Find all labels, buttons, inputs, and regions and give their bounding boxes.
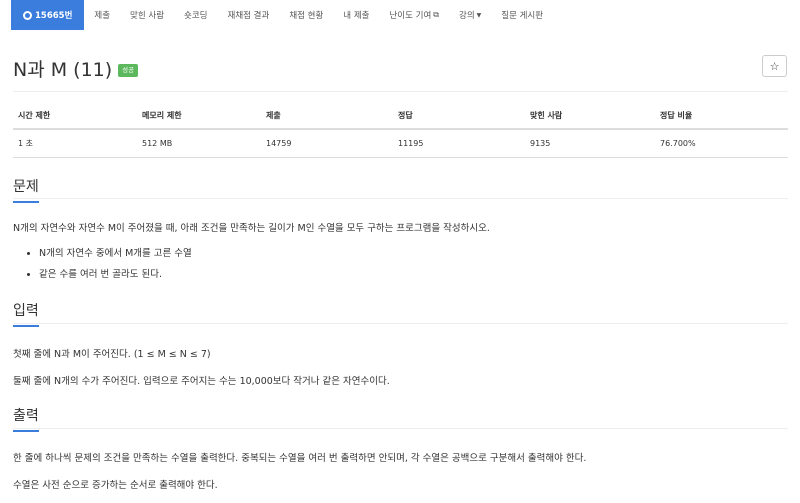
problem-conditions-list: N개의 자연수 중에서 M개를 고른 수열 같은 수를 여러 번 골라도 된다. <box>25 247 192 289</box>
nav-short-coding-label: 숏코딩 <box>184 11 208 21</box>
value-accept-rate: 76.700% <box>655 129 788 158</box>
nav-my-submissions-label: 내 제출 <box>343 11 370 21</box>
nav-judge-status[interactable]: 채점 현황 <box>279 0 333 30</box>
header-memory-limit: 메모리 제한 <box>137 105 261 130</box>
star-icon: ☆ <box>769 59 780 73</box>
nav-solved-users[interactable]: 맞힌 사람 <box>120 0 174 30</box>
nav-qna-board-label: 질문 게시판 <box>501 11 544 21</box>
list-item: N개의 자연수 중에서 M개를 고른 수열 <box>39 247 192 268</box>
nav-problem-id[interactable]: 15665번 <box>11 0 85 30</box>
output-section-divider <box>13 428 788 429</box>
nav-qna-board[interactable]: 질문 게시판 <box>491 0 553 30</box>
value-memory-limit: 512 MB <box>137 129 261 158</box>
value-submissions: 14759 <box>261 129 393 158</box>
header-accept-rate: 정답 비율 <box>655 105 788 130</box>
nav-my-submissions[interactable]: 내 제출 <box>333 0 379 30</box>
input-line-2: 둘째 줄에 N개의 수가 주어진다. 입력으로 주어지는 수는 10,000보다… <box>13 376 390 387</box>
nav-lectures-label: 강의 <box>459 11 475 21</box>
header-accepted: 정답 <box>393 105 525 130</box>
external-link-icon: ⧉ <box>433 10 439 19</box>
page-title: N과 M (11) <box>13 59 113 81</box>
nav-short-coding[interactable]: 숏코딩 <box>174 0 217 30</box>
nav-rejudge-results[interactable]: 재채점 결과 <box>218 0 280 30</box>
nav-submit[interactable]: 제출 <box>84 0 120 30</box>
header-submissions: 제출 <box>261 105 393 130</box>
nav-problem-id-label: 15665번 <box>35 11 73 21</box>
output-line-1: 한 줄에 하나씩 문제의 조건을 만족하는 수열을 출력한다. 중복되는 수열을… <box>13 453 587 464</box>
nav-difficulty-contribution[interactable]: 난이도 기여 ⧉ <box>379 0 449 30</box>
list-item: 같은 수를 여러 번 골라도 된다. <box>39 268 192 289</box>
nav-difficulty-contribution-label: 난이도 기여 <box>389 11 432 21</box>
nav-submit-label: 제출 <box>94 11 111 21</box>
value-accepted: 11195 <box>393 129 525 158</box>
favorite-star-button[interactable]: ☆ <box>762 55 787 77</box>
table-header-row: 시간 제한 메모리 제한 제출 정답 맞힌 사람 정답 비율 <box>13 105 788 130</box>
output-line-2: 수열은 사전 순으로 증가하는 순서로 출력해야 한다. <box>13 480 218 491</box>
value-time-limit: 1 초 <box>13 129 137 158</box>
nav-solved-users-label: 맞힌 사람 <box>130 11 165 21</box>
table-row: 1 초 512 MB 14759 11195 9135 76.700% <box>13 129 788 158</box>
nav-rejudge-results-label: 재채점 결과 <box>227 11 270 21</box>
problem-description: N개의 자연수와 자연수 M이 주어졌을 때, 아래 조건을 만족하는 길이가 … <box>13 223 490 234</box>
problem-section-divider <box>13 198 788 199</box>
input-section-divider <box>13 323 788 324</box>
problem-badge-icon <box>23 10 32 20</box>
header-time-limit: 시간 제한 <box>13 105 137 130</box>
top-nav: 15665번 제출 맞힌 사람 숏코딩 재채점 결과 채점 현황 내 제출 난이… <box>0 0 800 30</box>
value-solved-users: 9135 <box>525 129 655 158</box>
nav-lectures[interactable]: 강의 ▼ <box>449 0 491 30</box>
status-badge: 성공 <box>118 64 139 77</box>
nav-judge-status-label: 채점 현황 <box>289 11 324 21</box>
caret-down-icon: ▼ <box>476 11 482 19</box>
title-divider <box>13 91 788 92</box>
problem-info-table: 시간 제한 메모리 제한 제출 정답 맞힌 사람 정답 비율 1 초 512 M… <box>13 105 788 158</box>
input-line-1: 첫째 줄에 N과 M이 주어진다. (1 ≤ M ≤ N ≤ 7) <box>13 349 211 360</box>
title-row: N과 M (11) 성공 <box>13 55 139 82</box>
header-solved-users: 맞힌 사람 <box>525 105 655 130</box>
